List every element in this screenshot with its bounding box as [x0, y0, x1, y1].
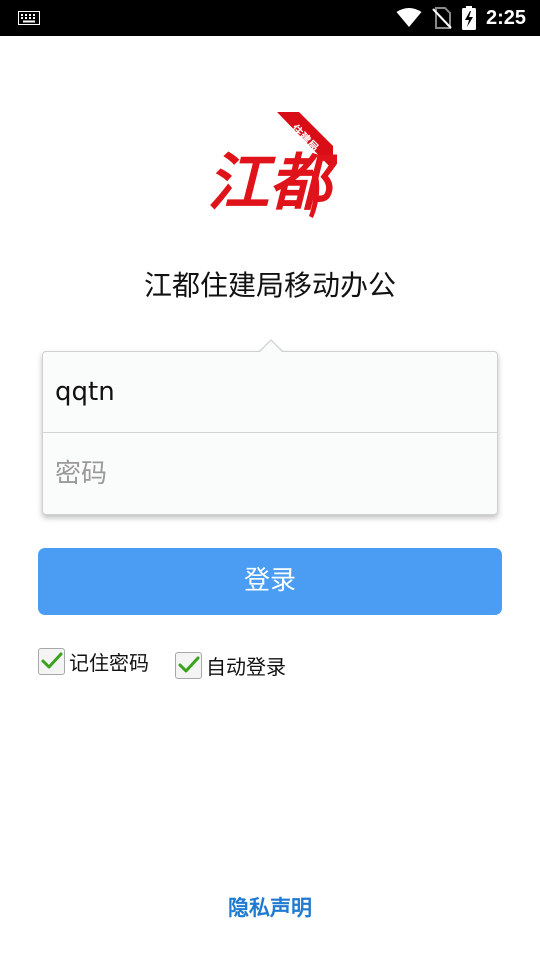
app-logo: 住建局 江都	[205, 108, 342, 224]
no-sim-icon	[432, 7, 452, 29]
battery-charging-icon	[461, 6, 476, 30]
password-field[interactable]: 密码	[43, 434, 497, 515]
form-pointer-fill	[259, 341, 283, 353]
auto-login-option[interactable]: 自动登录	[175, 649, 286, 681]
remember-password-option[interactable]: 记住密码	[38, 645, 149, 677]
clock: 2:25	[485, 6, 526, 29]
username-field[interactable]: qqtn	[43, 352, 497, 433]
keyboard-icon	[18, 11, 40, 25]
privacy-statement-link[interactable]: 隐私声明	[0, 892, 540, 922]
auto-login-label: 自动登录	[206, 654, 286, 679]
checkmark-icon	[41, 652, 63, 668]
checkmark-icon	[178, 656, 200, 672]
wifi-icon	[396, 8, 422, 27]
login-button[interactable]: 登录	[38, 548, 502, 615]
status-bar: 2:25	[0, 0, 540, 36]
app-title: 江都住建局移动办公	[143, 269, 396, 302]
remember-password-label: 记住密码	[69, 650, 149, 675]
login-form-card: qqtn 密码	[42, 351, 498, 515]
remember-password-checkbox[interactable]	[38, 647, 65, 675]
auto-login-checkbox[interactable]	[175, 651, 202, 679]
